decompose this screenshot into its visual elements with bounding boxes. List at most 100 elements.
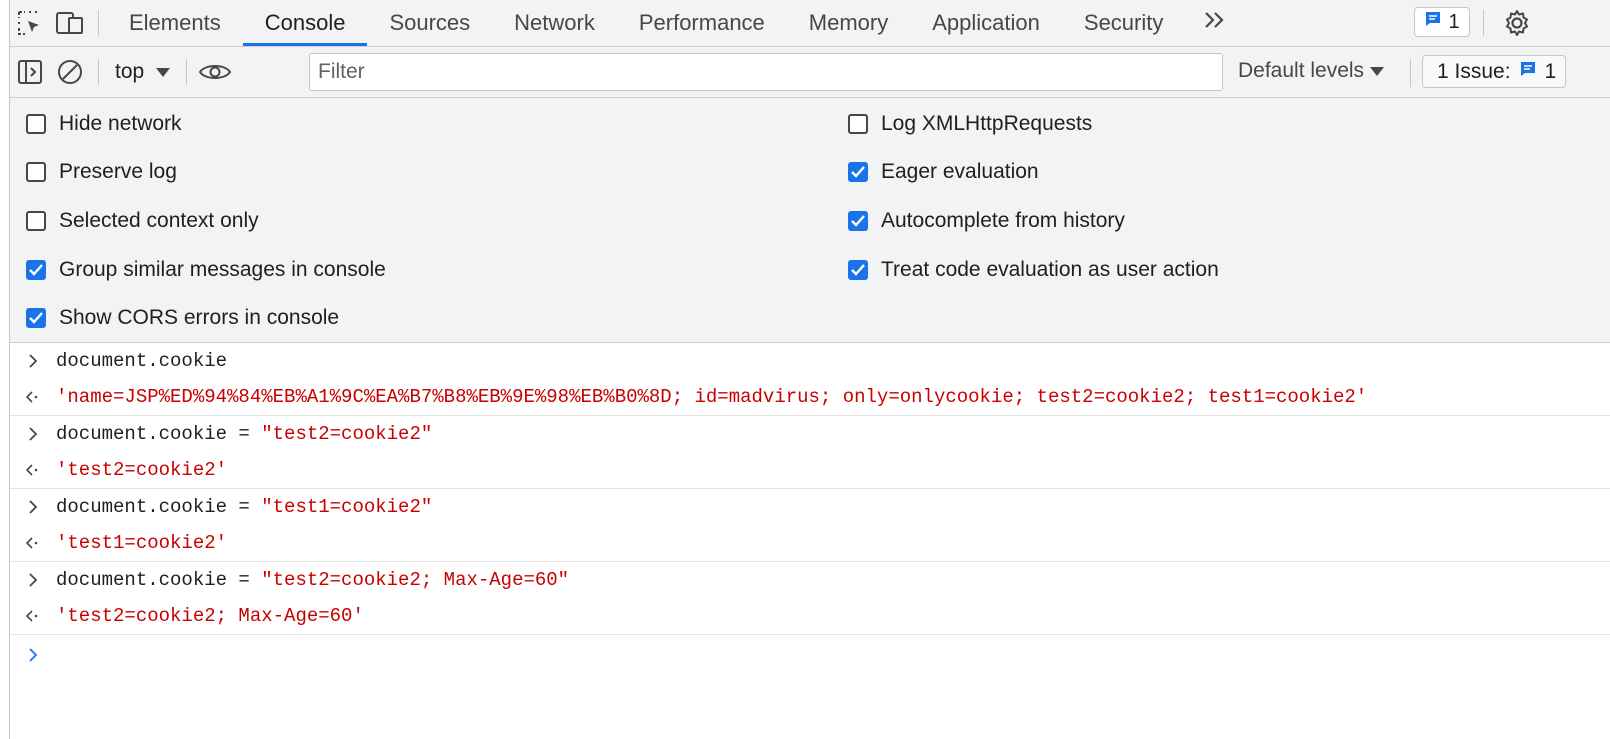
setting-label: Group similar messages in console (59, 258, 386, 281)
console-input-string: "test2=cookie2; Max-Age=60" (261, 569, 570, 591)
tabbar-separator (98, 10, 99, 36)
checkbox[interactable] (848, 114, 868, 134)
console-input-line: document.cookie = "test2=cookie2; Max-Ag… (10, 562, 1610, 598)
setting-show-cors-errors[interactable]: Show CORS errors in console (26, 306, 339, 330)
chevron-down-icon (156, 60, 171, 84)
issues-badge[interactable]: 1 (1414, 7, 1470, 37)
tab-sources[interactable]: Sources (367, 0, 492, 46)
checkbox[interactable] (26, 211, 46, 231)
setting-label: Hide network (59, 112, 182, 135)
left-panel-edge (0, 0, 10, 739)
setting-label: Autocomplete from history (881, 209, 1125, 232)
console-result-string: 'test1=cookie2' (56, 532, 228, 554)
console-result-string: 'name=JSP%ED%94%84%EB%A1%9C%EA%B7%B8%EB%… (56, 386, 1368, 408)
console-input-code: document.cookie = (56, 569, 262, 591)
chevron-down-icon (1370, 59, 1385, 83)
console-result-string: 'test2=cookie2; Max-Age=60' (56, 605, 364, 627)
issues-badge-count: 1 (1448, 10, 1460, 33)
log-levels-label: Default levels (1238, 59, 1365, 82)
checkmark-icon (851, 215, 865, 227)
checkmark-icon (29, 264, 43, 276)
toolbar-separator (98, 59, 99, 85)
eye-icon[interactable] (195, 49, 235, 95)
tab-network[interactable]: Network (492, 0, 617, 46)
setting-label: Eager evaluation (881, 160, 1039, 183)
result-arrow-icon (10, 609, 56, 623)
checkbox-checked[interactable] (26, 308, 46, 328)
prompt-chevron-icon (10, 648, 56, 662)
checkbox[interactable] (26, 162, 46, 182)
setting-preserve-log[interactable]: Preserve log (26, 160, 177, 184)
inspect-element-icon[interactable] (10, 0, 50, 46)
setting-label: Treat code evaluation as user action (881, 258, 1219, 281)
issues-button-label: 1 Issue: (1437, 59, 1511, 83)
console-toolbar: top Filter Default levels 1 Issue: 1 (10, 47, 1610, 98)
tab-performance[interactable]: Performance (617, 0, 787, 46)
setting-hide-network[interactable]: Hide network (26, 112, 182, 136)
tab-application[interactable]: Application (910, 0, 1062, 46)
result-arrow-icon (10, 390, 56, 404)
setting-group-similar[interactable]: Group similar messages in console (26, 258, 386, 282)
chevron-right-icon (10, 427, 56, 441)
context-selector-value: top (115, 60, 145, 83)
setting-log-xhr[interactable]: Log XMLHttpRequests (848, 112, 1092, 136)
console-settings-pane: Hide network Preserve log Selected conte… (10, 98, 1610, 343)
console-entry: document.cookie = "test2=cookie2" 'test2… (10, 416, 1610, 489)
setting-label: Log XMLHttpRequests (881, 112, 1093, 135)
issues-button-count: 1 (1544, 59, 1557, 83)
console-entry: document.cookie 'name=JSP%ED%94%84%EB%A1… (10, 343, 1610, 416)
checkbox-checked[interactable] (848, 260, 868, 280)
checkmark-icon (851, 264, 865, 276)
chevron-right-icon (10, 573, 56, 587)
devtools-tabbar: Elements Console Sources Network Perform… (10, 0, 1610, 47)
sidebar-toggle-icon[interactable] (10, 49, 50, 95)
console-input-line: document.cookie (10, 343, 1610, 379)
context-selector[interactable]: top (107, 60, 178, 84)
setting-eager-evaluation[interactable]: Eager evaluation (848, 160, 1039, 184)
setting-label: Show CORS errors in console (59, 306, 340, 329)
setting-selected-context-only[interactable]: Selected context only (26, 209, 259, 233)
message-icon (1424, 10, 1442, 34)
console-result-line[interactable]: 'test2=cookie2' (10, 452, 1610, 488)
checkmark-icon (851, 166, 865, 178)
console-input-line: document.cookie = "test2=cookie2" (10, 416, 1610, 452)
checkbox[interactable] (26, 114, 46, 134)
tab-security[interactable]: Security (1062, 0, 1185, 46)
console-entry: document.cookie = "test2=cookie2; Max-Ag… (10, 562, 1610, 635)
console-result-line[interactable]: 'test2=cookie2; Max-Age=60' (10, 598, 1610, 634)
log-levels-dropdown[interactable]: Default levels (1238, 59, 1385, 83)
gear-icon[interactable] (1502, 8, 1532, 43)
console-entry: document.cookie = "test1=cookie2" 'test1… (10, 489, 1610, 562)
console-result-line[interactable]: 'name=JSP%ED%94%84%EB%A1%9C%EA%B7%B8%EB%… (10, 379, 1610, 415)
devtools-window: Elements Console Sources Network Perform… (10, 0, 1610, 739)
checkbox-checked[interactable] (26, 260, 46, 280)
more-tabs-icon[interactable] (1185, 10, 1245, 36)
tab-console[interactable]: Console (242, 0, 368, 46)
console-result-line[interactable]: 'test1=cookie2' (10, 525, 1610, 561)
setting-autocomplete-history[interactable]: Autocomplete from history (848, 209, 1125, 233)
toolbar-separator-3 (1410, 59, 1411, 87)
console-input-code: document.cookie (56, 350, 228, 372)
checkbox-checked[interactable] (848, 211, 868, 231)
console-input-line: document.cookie = "test1=cookie2" (10, 489, 1610, 525)
chevron-right-icon (10, 354, 56, 368)
issues-button[interactable]: 1 Issue: 1 (1422, 55, 1566, 88)
setting-label: Preserve log (59, 160, 177, 183)
console-prompt[interactable] (10, 635, 1610, 675)
tab-memory[interactable]: Memory (787, 0, 910, 46)
device-toolbar-icon[interactable] (50, 0, 90, 46)
console-result-string: 'test2=cookie2' (56, 459, 228, 481)
chevron-right-icon (10, 500, 56, 514)
console-messages: document.cookie 'name=JSP%ED%94%84%EB%A1… (10, 343, 1610, 675)
result-arrow-icon (10, 463, 56, 477)
setting-label: Selected context only (59, 209, 259, 232)
checkmark-icon (29, 312, 43, 324)
message-icon (1519, 60, 1537, 84)
filter-input[interactable]: Filter (309, 53, 1223, 91)
tab-elements[interactable]: Elements (107, 0, 243, 46)
result-arrow-icon (10, 536, 56, 550)
checkbox-checked[interactable] (848, 162, 868, 182)
console-input-string: "test2=cookie2" (261, 423, 433, 445)
setting-treat-eval-user-action[interactable]: Treat code evaluation as user action (848, 258, 1219, 282)
clear-console-icon[interactable] (50, 49, 90, 95)
